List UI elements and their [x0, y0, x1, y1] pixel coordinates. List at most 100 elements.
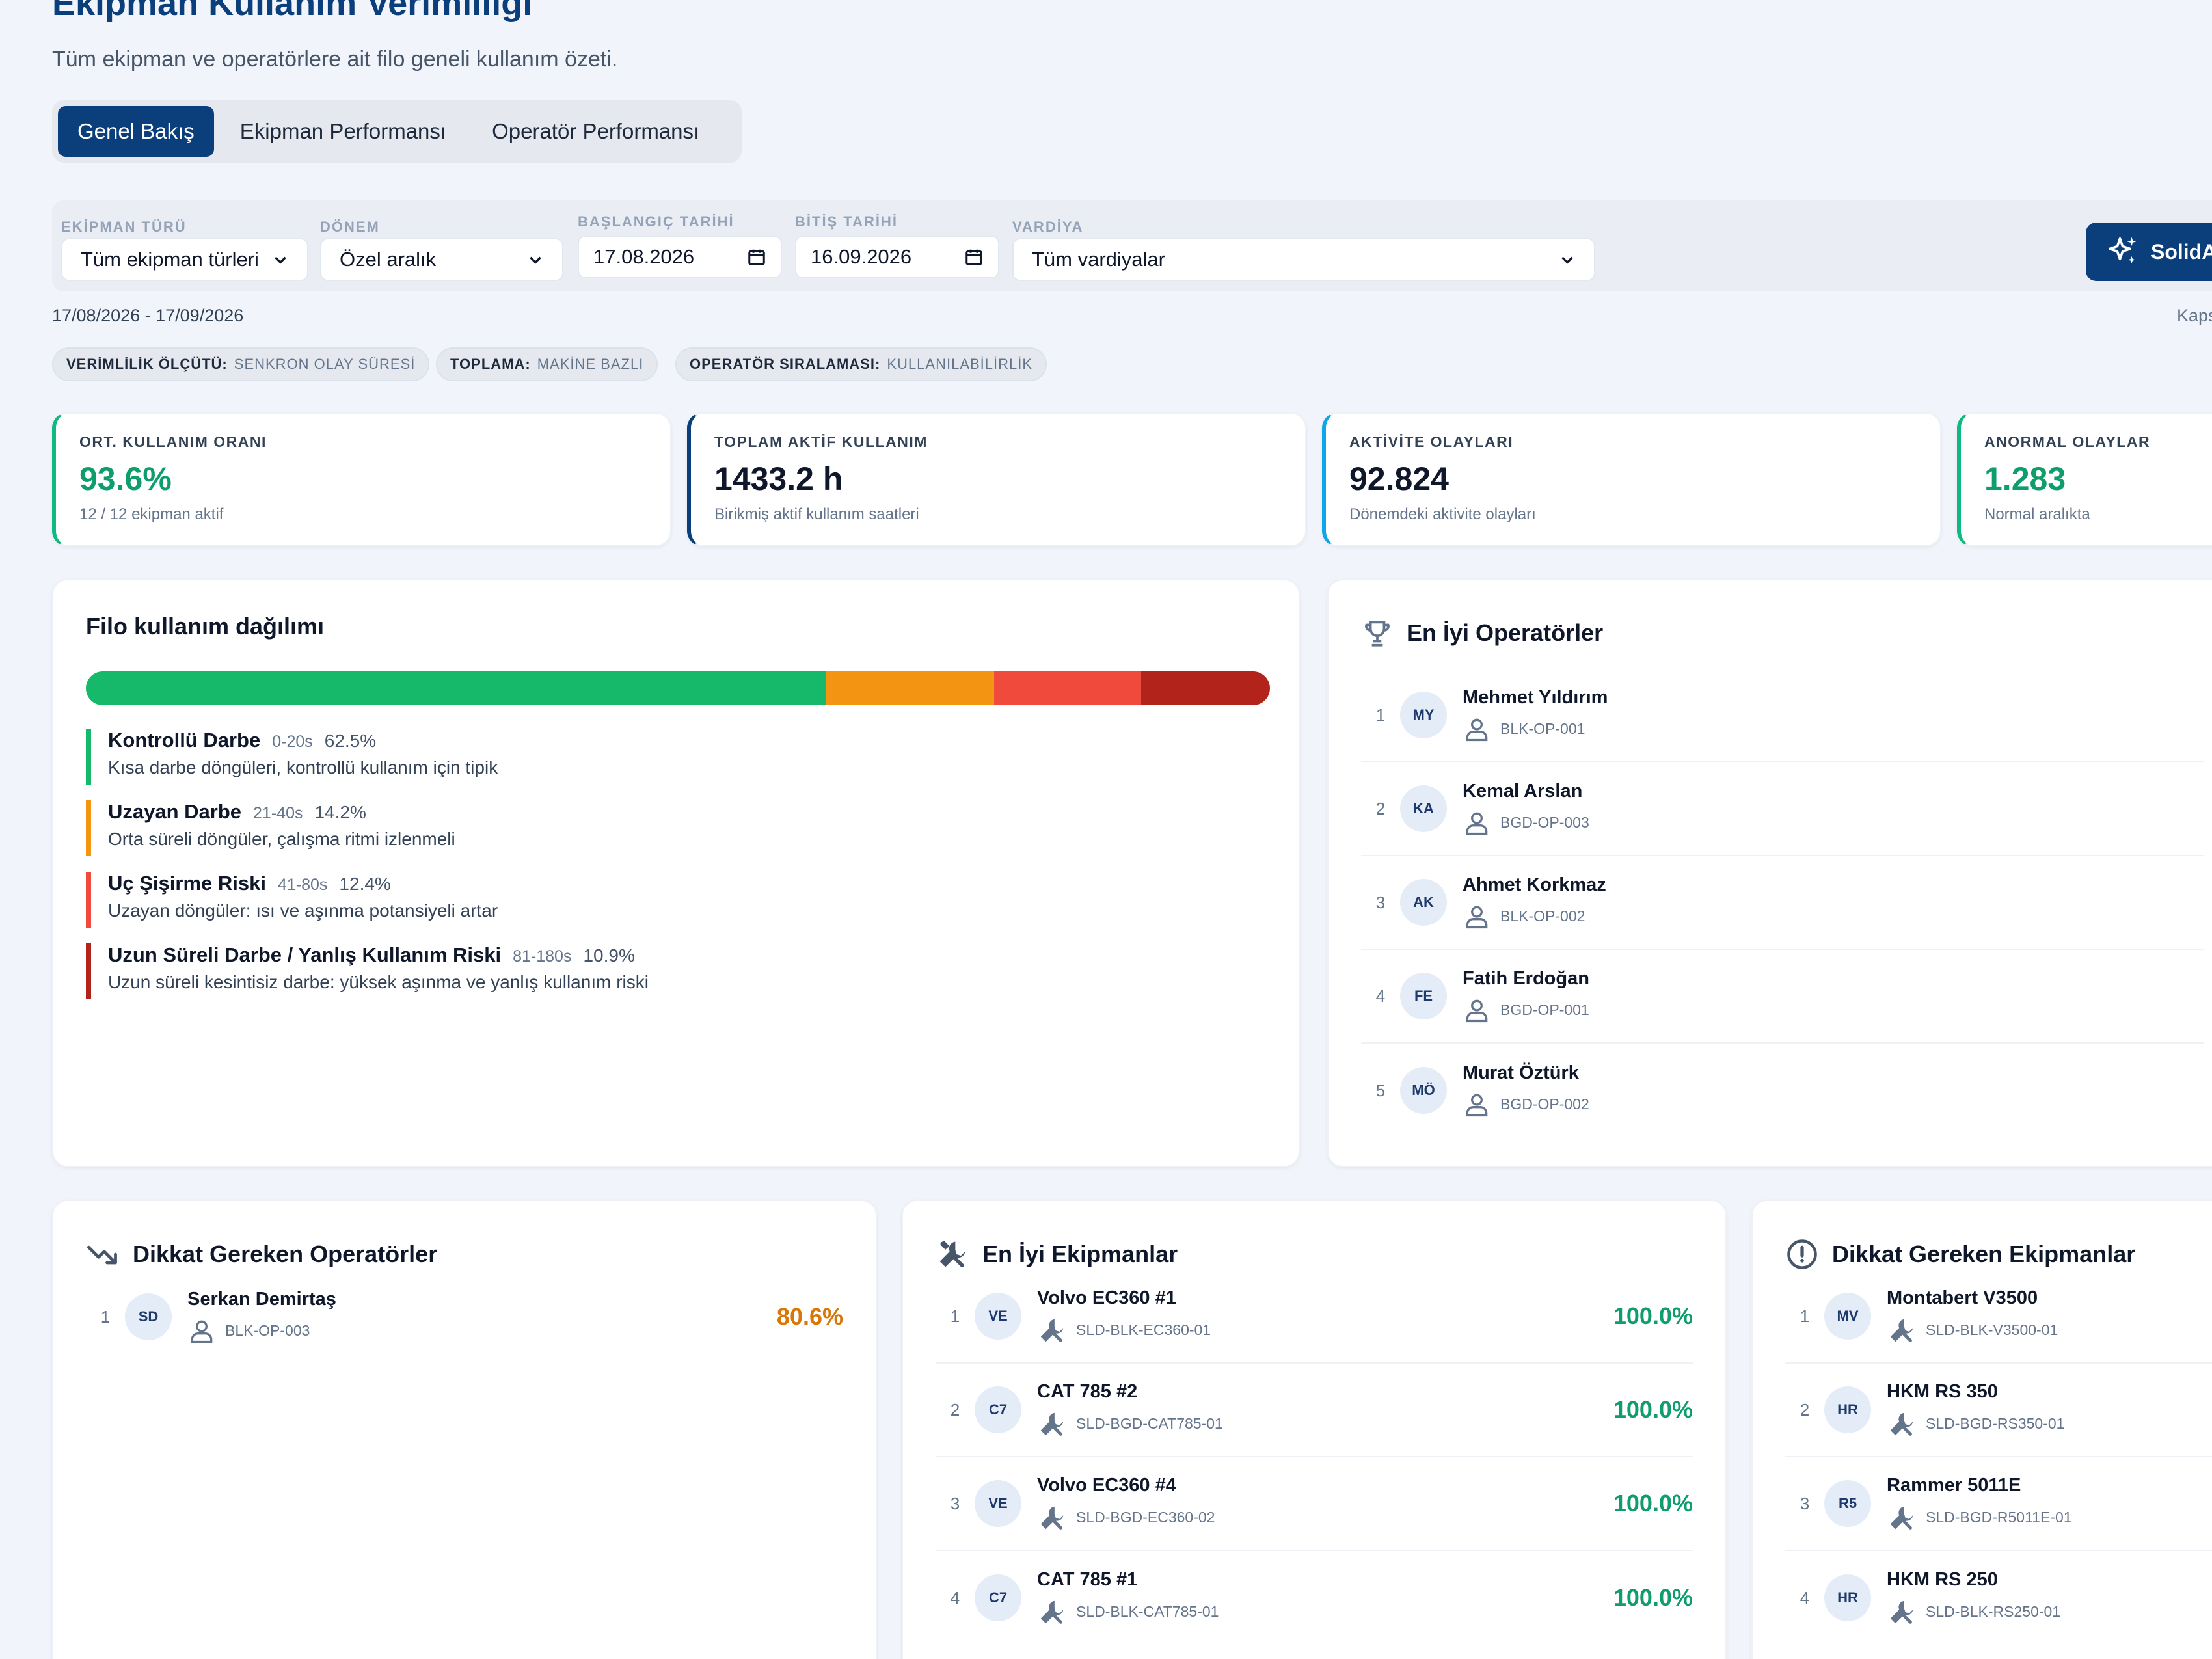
tab-operator-performance[interactable]: Operatör Performansı: [472, 106, 719, 157]
list-item[interactable]: 3 R5 Rammer 5011E SLD-BGD-R5011E-01: [1785, 1457, 2212, 1551]
avatar: FE: [1400, 973, 1447, 1019]
distribution-segment: [993, 671, 1141, 705]
start-date-input[interactable]: 17.08.2026: [578, 236, 782, 278]
rank-number: 4: [1800, 1587, 1810, 1608]
list-item[interactable]: 3 AK Ahmet Korkmaz BLK-OP-002: [1361, 856, 2204, 950]
attention-equipment-title: Dikkat Gereken Ekipmanlar: [1832, 1241, 2136, 1267]
shift-label: VARDİYA: [1012, 219, 1084, 235]
tab-equipment-performance[interactable]: Ekipman Performansı: [221, 106, 466, 157]
chip-value: KULLANILABİLİRLİK: [887, 356, 1033, 372]
fleet-distribution-card: Filo kullanım dağılımı Kontrollü Darbe 0-…: [52, 579, 1300, 1167]
legend-description: Orta süreli döngüler, çalışma ritmi izle…: [108, 829, 455, 849]
legend-percent: 12.4%: [339, 874, 391, 894]
tools-icon: [1040, 1319, 1064, 1342]
rank-number: 4: [1375, 986, 1386, 1006]
legend-percent: 14.2%: [314, 802, 366, 822]
chip-key: OPERATÖR SIRALAMASI:: [690, 356, 881, 372]
user-icon: [1466, 999, 1488, 1022]
tools-icon: [1040, 1412, 1064, 1436]
legend-range: 0-20s: [272, 733, 313, 751]
tools-icon: [1890, 1412, 1913, 1436]
rank-number: 1: [1375, 705, 1386, 725]
tools-icon: [1040, 1600, 1064, 1624]
equipment-type-value: Tüm ekipman türleri: [81, 248, 259, 271]
distribution-segment: [1140, 671, 1270, 705]
period-value: Özel aralık: [340, 248, 437, 271]
list-item[interactable]: 2 C7 CAT 785 #2 SLD-BGD-CAT785-01 100.0%: [936, 1364, 1693, 1457]
kpi-subtext: Birikmiş aktif kullanım saatleri: [714, 506, 919, 523]
start-date-label: BAŞLANGIÇ TARİHİ: [578, 213, 735, 230]
kpi-subtext: 12 / 12 ekipman aktif: [79, 506, 224, 523]
user-icon: [1466, 812, 1488, 835]
kpi-value: 93.6%: [79, 461, 172, 497]
avatar: VE: [975, 1293, 1021, 1340]
equipment-type-select[interactable]: Tüm ekipman türleri: [61, 238, 308, 281]
list-item[interactable]: 1 VE Volvo EC360 #1 SLD-BLK-EC360-01 100…: [936, 1270, 1693, 1364]
end-date-value: 16.09.2026: [811, 245, 912, 268]
kpi-card-anomalous-events: ANORMAL OLAYLAR 1.283 Normal aralıkta: [1957, 412, 2212, 546]
tools-icon: [1890, 1506, 1913, 1530]
equipment-name: Montabert V3500: [1887, 1287, 2038, 1308]
ai-assistant-button[interactable]: SolidA: [2086, 223, 2212, 281]
operator-code: BGD-OP-001: [1500, 1001, 1589, 1018]
avatar: MÖ: [1400, 1067, 1447, 1114]
rank-number: 5: [1375, 1080, 1386, 1100]
operator-code: BLK-OP-002: [1500, 908, 1585, 924]
ai-assistant-label: SolidA: [2151, 239, 2212, 263]
list-item[interactable]: 4 HR HKM RS 250 SLD-BLK-RS250-01: [1785, 1551, 2212, 1645]
chip-value: MAKİNE BAZLI: [537, 356, 644, 372]
operator-name: Serkan Demirtaş: [187, 1288, 336, 1310]
list-item[interactable]: 5 MÖ Murat Öztürk BGD-OP-002: [1361, 1044, 2204, 1137]
sparkles-icon: [2108, 237, 2137, 263]
list-item[interactable]: 1 SD Serkan Demirtaş BLK-OP-003 80.6%: [86, 1270, 843, 1364]
avatar: VE: [975, 1480, 1021, 1527]
equipment-code: SLD-BLK-CAT785-01: [1076, 1603, 1219, 1620]
legend-item: Kontrollü Darbe 0-20s 62.5% Kısa darbe dön…: [86, 729, 1257, 785]
operator-name: Mehmet Yıldırım: [1463, 686, 1608, 708]
rank-number: 2: [1800, 1399, 1810, 1420]
list-item[interactable]: 1 MY Mehmet Yıldırım BLK-OP-001: [1361, 669, 2204, 762]
chip-efficiency-metric: VERİMLİLİK ÖLÇÜTÜ: SENKRON OLAY SÜRESİ: [52, 347, 430, 381]
page-title: Ekipman Kullanım Verimliliği: [52, 0, 533, 23]
avatar: KA: [1400, 785, 1447, 832]
rank-number: 4: [950, 1587, 960, 1608]
period-select[interactable]: Özel aralık: [320, 238, 563, 281]
rank-number: 3: [1375, 892, 1386, 912]
operator-name: Fatih Erdoğan: [1463, 967, 1589, 989]
trophy-icon: [1365, 621, 1390, 647]
avatar: MY: [1400, 692, 1447, 738]
list-item[interactable]: 2 HR HKM RS 350 SLD-BGD-RS350-01: [1785, 1364, 2212, 1457]
calendar-icon: [965, 249, 982, 265]
equipment-name: Rammer 5011E: [1887, 1474, 2021, 1496]
equipment-code: SLD-BLK-EC360-01: [1076, 1321, 1211, 1338]
chip-aggregation: TOPLAMA: MAKİNE BAZLI: [436, 347, 658, 381]
list-item[interactable]: 4 C7 CAT 785 #1 SLD-BLK-CAT785-01 100.0%: [936, 1551, 1693, 1645]
legend-item: Uzayan Darbe 21-40s 14.2% Orta süreli döng…: [86, 800, 1257, 856]
legend-name: Uç Şişirme Riski: [108, 872, 266, 895]
end-date-input[interactable]: 16.09.2026: [795, 236, 999, 278]
alert-circle-icon: [1787, 1239, 1817, 1269]
utilization-percent: 100.0%: [1613, 1302, 1693, 1329]
kpi-subtext: Dönemdeki aktivite olayları: [1349, 506, 1536, 523]
list-item[interactable]: 3 VE Volvo EC360 #4 SLD-BGD-EC360-02 100…: [936, 1457, 1693, 1551]
avatar: AK: [1400, 879, 1447, 926]
tab-overview[interactable]: Genel Bakış: [58, 106, 214, 157]
user-icon: [1466, 1094, 1488, 1116]
user-icon: [1466, 718, 1488, 741]
operator-code: BLK-OP-003: [225, 1322, 310, 1339]
kpi-value: 92.824: [1349, 461, 1449, 497]
top-operators-card: En İyi Operatörler 1 MY Mehmet Yıldırım …: [1327, 579, 2212, 1167]
legend-name: Kontrollü Darbe: [108, 729, 261, 751]
attention-operators-card: Dikkat Gereken Operatörler 1 SD Serkan D…: [52, 1200, 877, 1659]
list-item[interactable]: 4 FE Fatih Erdoğan BGD-OP-001: [1361, 950, 2204, 1044]
operator-code: BGD-OP-002: [1500, 1096, 1589, 1113]
equipment-name: HKM RS 350: [1887, 1381, 1998, 1402]
avatar: C7: [975, 1386, 1021, 1433]
avatar: R5: [1824, 1480, 1871, 1527]
list-item[interactable]: 1 MV Montabert V3500 SLD-BLK-V3500-01: [1785, 1270, 2212, 1364]
equipment-name: CAT 785 #1: [1037, 1569, 1138, 1590]
equipment-name: HKM RS 250: [1887, 1569, 1998, 1590]
shift-select[interactable]: Tüm vardiyalar: [1012, 238, 1595, 281]
chevron-down-icon: [530, 256, 541, 264]
list-item[interactable]: 2 KA Kemal Arslan BGD-OP-003: [1361, 762, 2204, 856]
